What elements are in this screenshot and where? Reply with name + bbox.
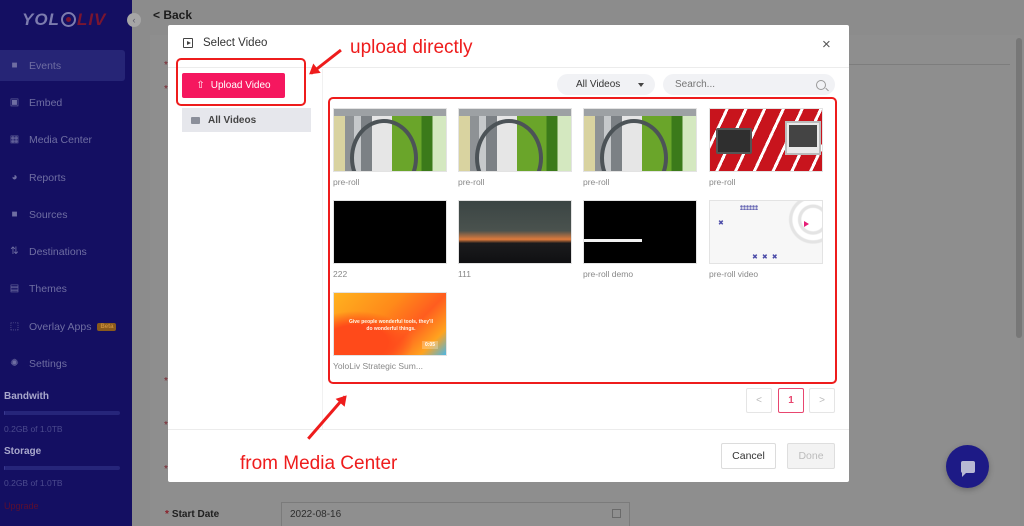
- play-icon: [183, 38, 193, 48]
- start-date-field[interactable]: 2022-08-16: [281, 502, 630, 526]
- panel-divider: [322, 69, 323, 429]
- logo-target-icon: [60, 12, 76, 27]
- sidebar-item-sources[interactable]: ■ Sources: [0, 199, 125, 230]
- video-duration: 0:05: [421, 341, 438, 349]
- prev-page-button[interactable]: <: [746, 388, 772, 413]
- sidebar-item-destinations[interactable]: ⇅ Destinations: [0, 236, 125, 267]
- sidebar-item-embed[interactable]: ▣ Embed: [0, 87, 125, 118]
- x-mark-graphic: ✖✖✖: [752, 254, 782, 261]
- sidebar-item-settings[interactable]: ✺ Settings: [0, 348, 125, 379]
- upgrade-link[interactable]: Upgrade: [4, 501, 39, 511]
- video-tile[interactable]: pre-roll: [333, 108, 447, 187]
- video-tile[interactable]: pre-roll demo: [583, 200, 697, 279]
- storage-bar: [4, 466, 120, 470]
- page-scrollbar[interactable]: [1016, 38, 1022, 338]
- sidebar-item-media-center[interactable]: ▦ Media Center: [0, 124, 125, 155]
- collapse-sidebar-button[interactable]: ‹: [127, 13, 141, 27]
- video-name: YoloLiv Strategic Sum...: [333, 361, 423, 371]
- storage-label: Storage: [4, 446, 42, 457]
- layout-icon: ▤: [9, 283, 20, 294]
- upload-icon: ⇧: [196, 80, 205, 91]
- next-page-button[interactable]: >: [809, 388, 835, 413]
- sidebar-item-reports[interactable]: ◕ Reports: [0, 162, 125, 193]
- cancel-button[interactable]: Cancel: [721, 443, 776, 469]
- video-thumbnail[interactable]: ✖ ✖✖✖: [709, 200, 823, 264]
- done-button[interactable]: Done: [787, 443, 835, 469]
- video-tile[interactable]: 111: [458, 200, 572, 279]
- video-name: 111: [458, 269, 471, 279]
- video-tile[interactable]: pre-roll: [583, 108, 697, 187]
- video-name: 222: [333, 269, 348, 279]
- overlay-icon: ⬚: [9, 321, 20, 332]
- video-tile[interactable]: 222: [333, 200, 447, 279]
- close-icon[interactable]: ×: [822, 36, 831, 53]
- bandwidth-bar: [4, 411, 120, 415]
- video-thumbnail[interactable]: [458, 200, 572, 264]
- tablet-graphic: [716, 128, 752, 154]
- storage-bar-fill: [4, 466, 5, 470]
- video-tile[interactable]: ✖ ✖✖✖ pre-roll video: [709, 200, 823, 279]
- upload-video-button[interactable]: ⇧ Upload Video: [182, 73, 285, 98]
- video-thumbnail[interactable]: [458, 108, 572, 172]
- triangle-graphic: [804, 221, 809, 227]
- sidebar-item-overlay-apps[interactable]: ⬚ Overlay Apps Beta: [0, 311, 125, 342]
- start-date-label: * Start Date: [165, 509, 220, 520]
- clapperboard-icon: ▦: [9, 134, 20, 145]
- video-name: pre-roll: [709, 177, 736, 187]
- folder-icon: [191, 116, 200, 124]
- header-divider: [168, 67, 849, 68]
- video-thumbnail[interactable]: [333, 200, 447, 264]
- folder-all-videos[interactable]: All Videos: [182, 108, 311, 132]
- search-icon[interactable]: [816, 80, 826, 90]
- page-1-button[interactable]: 1: [778, 388, 804, 413]
- dots-graphic: [740, 205, 758, 210]
- chat-button[interactable]: [946, 445, 989, 488]
- sidebar-item-themes[interactable]: ▤ Themes: [0, 273, 125, 304]
- video-thumbnail[interactable]: Give people wonderful tools, they'll do …: [333, 292, 447, 356]
- video-name: pre-roll: [583, 177, 610, 187]
- bandwidth-label: Bandwith: [4, 391, 49, 402]
- video-thumbnail[interactable]: [709, 108, 823, 172]
- video-tile[interactable]: pre-roll: [709, 108, 823, 187]
- pie-chart-icon: ◕: [11, 172, 18, 183]
- video-filter-select[interactable]: All Videos: [557, 74, 655, 95]
- code-icon: ▣: [9, 97, 20, 108]
- select-video-modal: Select Video × ⇧ Upload Video All Videos…: [168, 25, 849, 482]
- divider: [840, 64, 1010, 65]
- video-thumbnail[interactable]: [333, 108, 447, 172]
- annotation-from-media-center: from Media Center: [240, 453, 398, 474]
- sidebar: YOL LIV ■ Events ▣ Embed ▦ Media Center ◕…: [0, 0, 132, 526]
- bandwidth-usage: 0.2GB of 1.0TB: [4, 424, 63, 434]
- back-link[interactable]: < Back: [153, 8, 192, 22]
- video-thumbnail[interactable]: [583, 108, 697, 172]
- chat-bubble-icon: [960, 460, 975, 477]
- footer-divider: [168, 429, 849, 430]
- video-name: pre-roll: [333, 177, 360, 187]
- video-name: pre-roll video: [709, 269, 759, 279]
- monitor-graphic: [785, 121, 821, 155]
- thumbnail-caption: Give people wonderful tools, they'll do …: [349, 319, 433, 332]
- yololiv-logo[interactable]: YOL LIV: [22, 10, 106, 30]
- search-input[interactable]: [663, 74, 835, 95]
- video-name: pre-roll: [458, 177, 485, 187]
- video-name: pre-roll demo: [583, 269, 634, 279]
- video-thumbnail[interactable]: [583, 200, 697, 264]
- bandwidth-bar-fill: [4, 411, 5, 415]
- camera-icon: ■: [11, 209, 18, 220]
- modal-title: Select Video: [203, 37, 268, 49]
- calendar-icon[interactable]: [612, 509, 621, 518]
- transfer-icon: ⇅: [10, 246, 19, 257]
- video-tile[interactable]: pre-roll: [458, 108, 572, 187]
- sidebar-item-events[interactable]: ■ Events: [0, 50, 125, 81]
- annotation-upload-directly: upload directly: [350, 37, 473, 58]
- beta-badge: Beta: [97, 322, 117, 331]
- chevron-down-icon: [638, 83, 644, 87]
- video-camera-icon: ■: [11, 60, 18, 71]
- video-tile[interactable]: Give people wonderful tools, they'll do …: [333, 292, 447, 371]
- x-mark-graphic: ✖: [718, 220, 724, 227]
- gear-icon: ✺: [10, 358, 19, 369]
- storage-usage: 0.2GB of 1.0TB: [4, 478, 63, 488]
